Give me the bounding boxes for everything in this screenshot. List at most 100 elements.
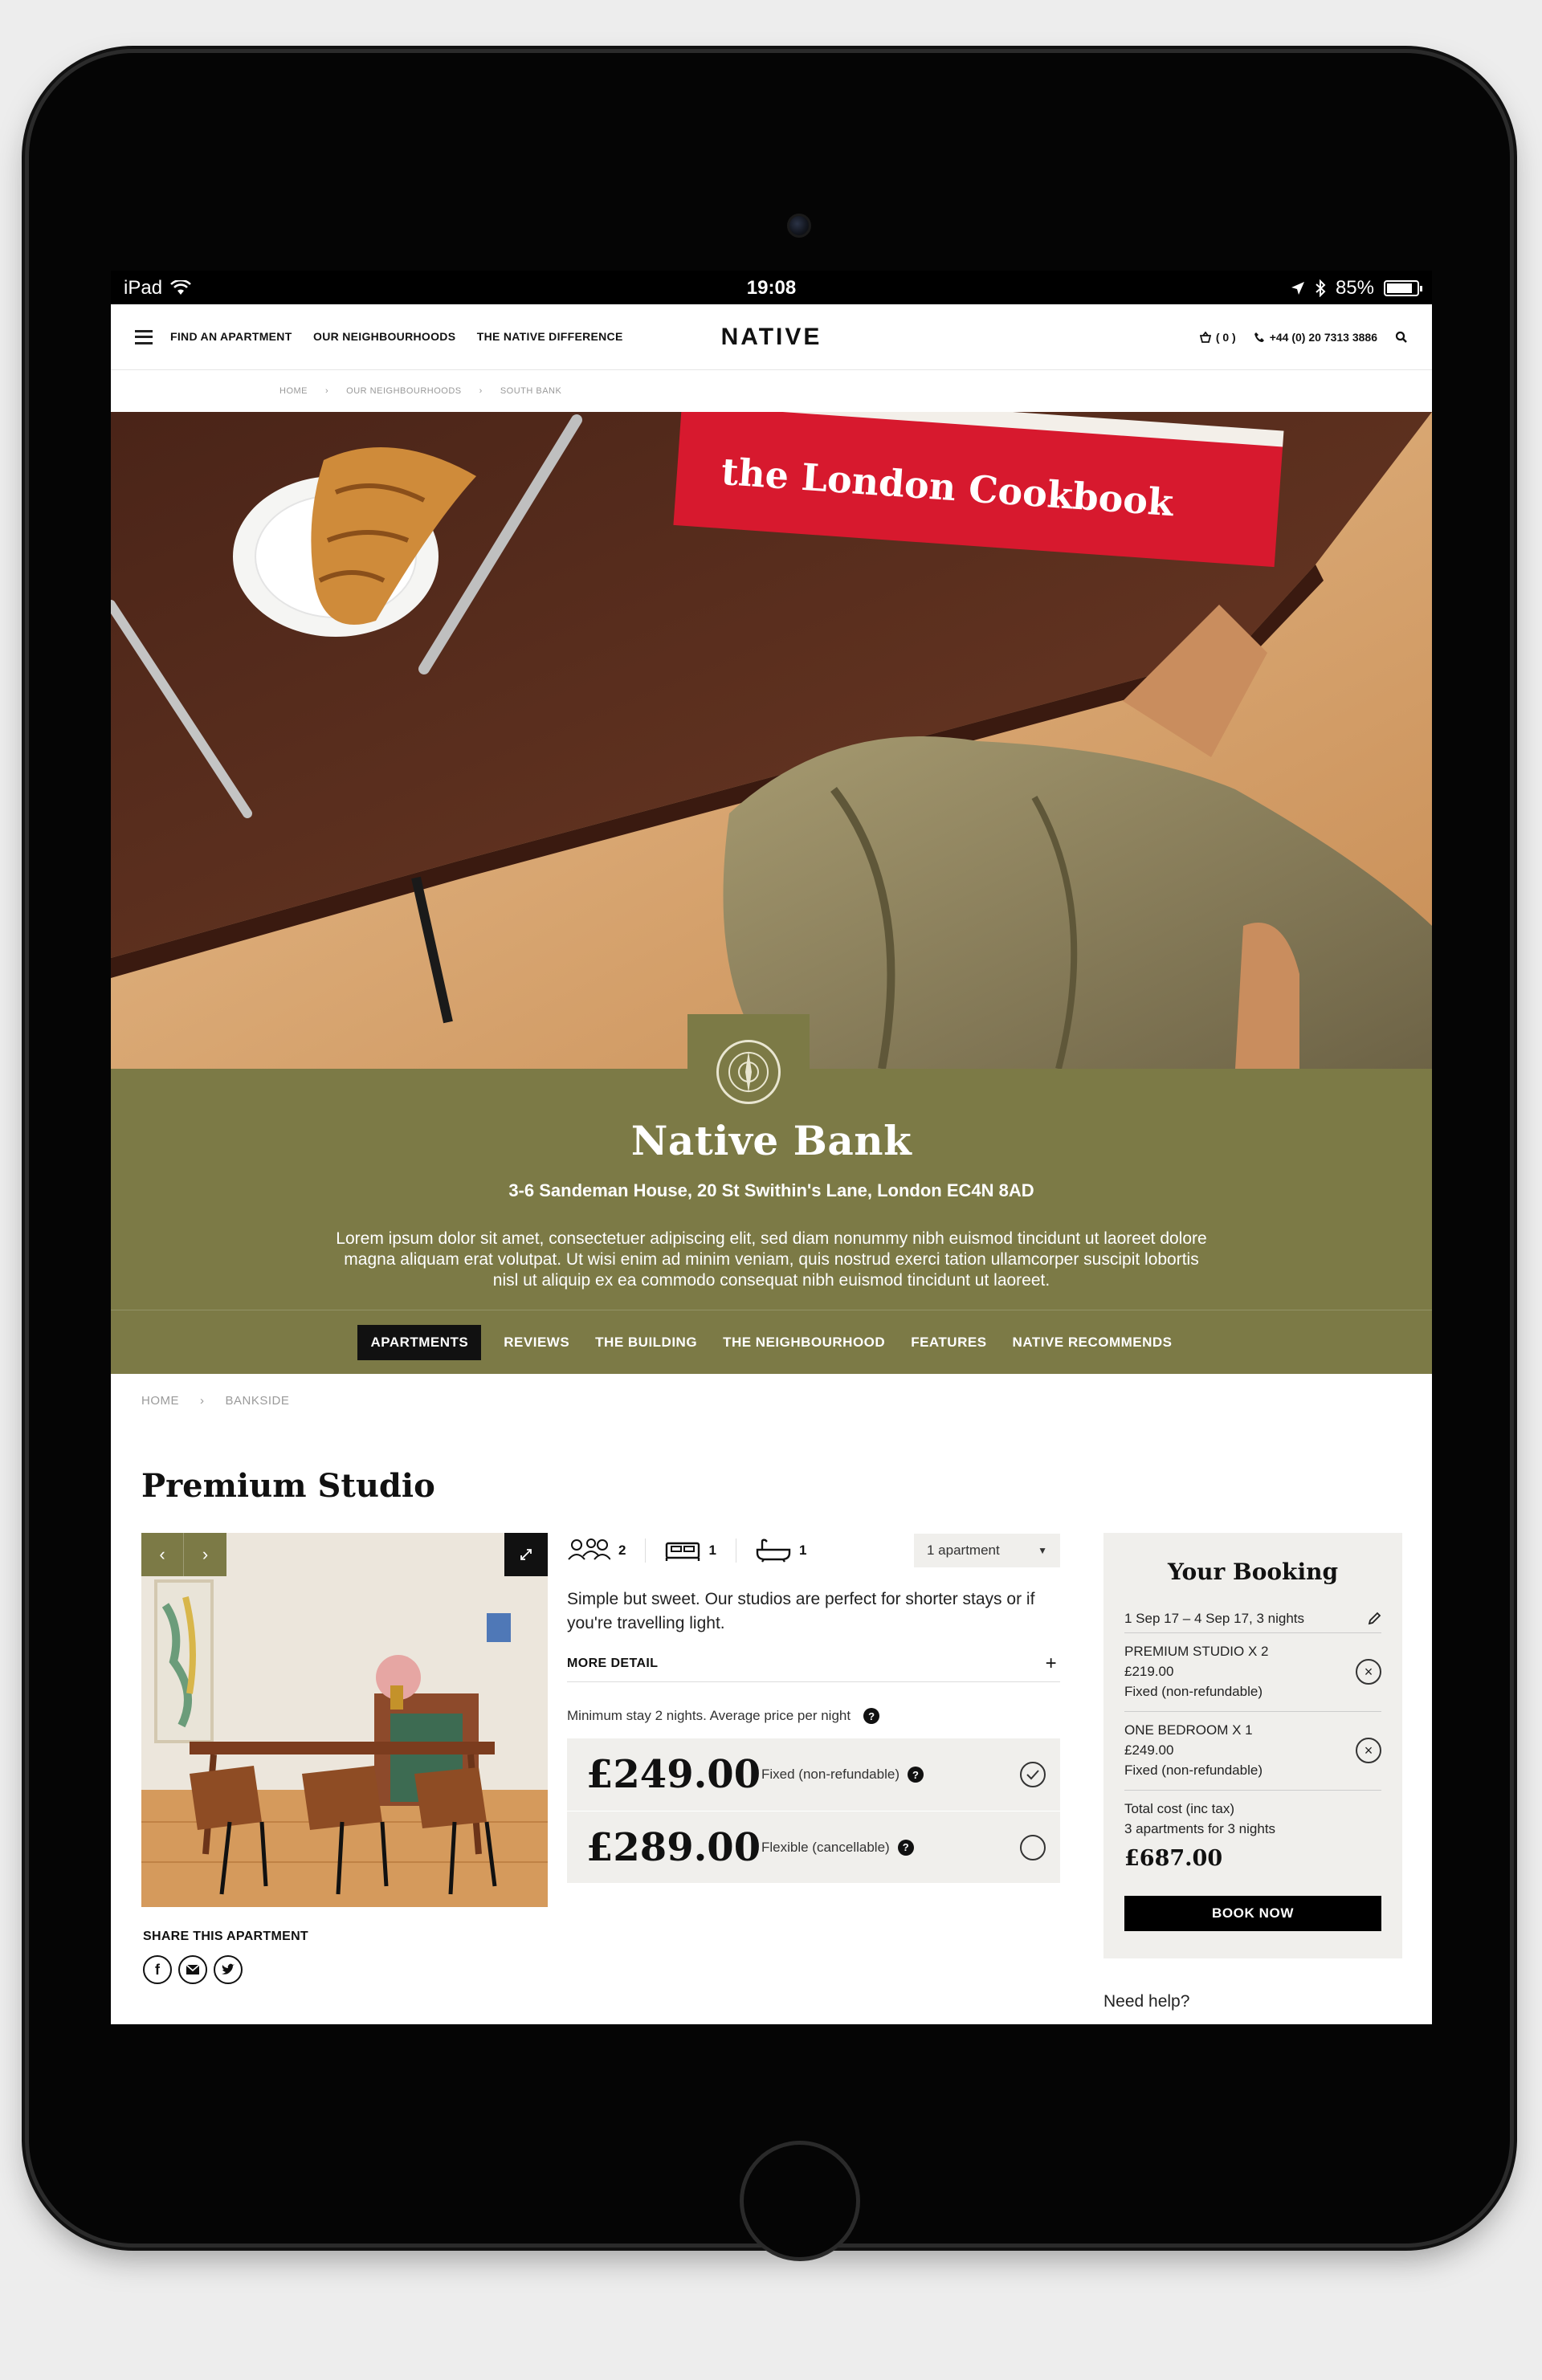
apartment-quantity-select[interactable]: 1 apartment ▼	[914, 1534, 1060, 1567]
email-icon[interactable]	[178, 1955, 207, 1984]
min-stay-note: Minimum stay 2 nights. Average price per…	[567, 1708, 1060, 1724]
tab-features[interactable]: FEATURES	[898, 1325, 999, 1360]
booking-item-title: ONE BEDROOM X 1	[1124, 1722, 1253, 1738]
expand-icon[interactable]	[504, 1533, 548, 1576]
total-amount: £687.00	[1124, 1846, 1223, 1871]
bed-icon	[666, 1542, 700, 1561]
phone-icon	[1254, 332, 1264, 342]
chevron-down-icon: ▼	[1038, 1545, 1047, 1556]
apartment-gallery[interactable]: ‹ ›	[141, 1533, 548, 1907]
radio-unselected-icon[interactable]	[1020, 1834, 1046, 1860]
property-description: Lorem ipsum dolor sit amet, consectetuer…	[336, 1229, 1207, 1290]
booking-item: PREMIUM STUDIO X 2 £219.00 Fixed (non-re…	[1124, 1633, 1381, 1712]
tab-the-neighbourhood[interactable]: THE NEIGHBOURHOOD	[710, 1325, 898, 1360]
battery-icon	[1384, 280, 1422, 296]
selected-check-icon[interactable]	[1020, 1762, 1046, 1787]
search-icon[interactable]	[1395, 331, 1408, 344]
min-stay-text: Minimum stay 2 nights. Average price per…	[567, 1708, 851, 1723]
phone-number: +44 (0) 20 7313 3886	[1269, 330, 1377, 344]
tab-reviews[interactable]: REVIEWS	[491, 1325, 582, 1360]
tab-apartments[interactable]: APARTMENTS	[357, 1324, 482, 1360]
hero-photo: the London Cookbook	[111, 412, 1432, 1069]
help-icon[interactable]: ?	[863, 1708, 880, 1724]
bluetooth-icon	[1316, 279, 1326, 297]
apartment-details: 2 1 1 1 apartment ▼ Simple but sweet. Ou…	[567, 1533, 1060, 1883]
facebook-icon[interactable]: f	[143, 1955, 172, 1984]
gallery-controls: ‹ ›	[141, 1533, 226, 1576]
home-button[interactable]	[740, 2141, 860, 2261]
main-nav: FIND AN APARTMENT OUR NEIGHBOURHOODS THE…	[170, 330, 641, 344]
price-label: Fixed (non-refundable)	[761, 1767, 900, 1782]
total-subtext: 3 apartments for 3 nights	[1124, 1821, 1276, 1836]
need-help-link[interactable]: Need help?	[1103, 1992, 1189, 2011]
baths-count: 1	[798, 1543, 807, 1558]
breadcrumb-home[interactable]: HOME	[141, 1394, 179, 1408]
tab-native-recommends[interactable]: NATIVE RECOMMENDS	[1000, 1325, 1185, 1360]
browser-screen: iPad 19:08 85% FIND AN APARTMENT OUR NEI…	[111, 271, 1432, 2024]
gallery-photo	[141, 1533, 548, 1907]
cart-link[interactable]: ( 0 )	[1199, 331, 1236, 344]
remove-item-icon[interactable]: ×	[1356, 1659, 1381, 1685]
property-name: Native Bank	[630, 1117, 912, 1164]
plus-icon: +	[1045, 1652, 1057, 1674]
booking-item-rate: Fixed (non-refundable)	[1124, 1684, 1263, 1699]
booking-title: Your Booking	[1167, 1559, 1339, 1585]
property-header: Native Bank 3-6 Sandeman House, 20 St Sw…	[111, 1014, 1432, 1374]
breadcrumb-neighbourhoods[interactable]: OUR NEIGHBOURHOODS	[346, 386, 461, 396]
beds-count: 1	[708, 1543, 716, 1558]
breadcrumb-home[interactable]: HOME	[279, 386, 308, 396]
share-block: SHARE THIS APARTMENT f	[143, 1930, 308, 1984]
twitter-icon[interactable]	[214, 1955, 243, 1984]
breadcrumb-bankside[interactable]: BANKSIDE	[226, 1394, 290, 1408]
front-camera	[787, 214, 811, 238]
content-breadcrumb: HOME › BANKSIDE	[141, 1393, 290, 1408]
baths-fact: 1	[735, 1538, 826, 1563]
gallery-prev-icon[interactable]: ‹	[141, 1533, 184, 1576]
guests-fact: 2	[567, 1538, 645, 1563]
booking-item-rate: Fixed (non-refundable)	[1124, 1763, 1263, 1778]
hero-image: the London Cookbook	[111, 412, 1432, 1069]
bath-icon	[756, 1538, 791, 1563]
more-detail-toggle[interactable]: MORE DETAIL +	[567, 1645, 1060, 1682]
booking-item-price: £219.00	[1124, 1664, 1174, 1679]
book-now-button[interactable]: BOOK NOW	[1124, 1896, 1381, 1931]
clock: 19:08	[746, 277, 797, 299]
apartment-title: Premium Studio	[141, 1467, 435, 1505]
price-label: Flexible (cancellable)	[761, 1839, 890, 1855]
price-amount: £249.00	[586, 1752, 761, 1797]
booking-total: Total cost (inc tax) 3 apartments for 3 …	[1124, 1791, 1381, 1869]
booking-dates: 1 Sep 17 – 4 Sep 17, 3 nights	[1124, 1604, 1381, 1633]
price-option-fixed[interactable]: £249.00 Fixed (non-refundable)?	[567, 1738, 1060, 1811]
apartment-quantity-value: 1 apartment	[927, 1543, 1000, 1558]
remove-item-icon[interactable]: ×	[1356, 1738, 1381, 1763]
guests-count: 2	[618, 1543, 626, 1558]
help-icon[interactable]: ?	[907, 1767, 924, 1783]
site-logo[interactable]: NATIVE	[721, 324, 822, 350]
nav-find-apartment[interactable]: FIND AN APARTMENT	[170, 330, 292, 343]
location-icon	[1291, 282, 1304, 295]
more-detail-label: MORE DETAIL	[567, 1656, 659, 1670]
gallery-next-icon[interactable]: ›	[184, 1533, 226, 1576]
property-tabs: APARTMENTS REVIEWS THE BUILDING THE NEIG…	[111, 1310, 1432, 1374]
apartment-section: HOME › BANKSIDE Premium Studio ‹ › SHARE…	[111, 1374, 1432, 2024]
beds-fact: 1	[645, 1538, 735, 1563]
edit-pencil-icon[interactable]	[1367, 1612, 1381, 1626]
compass-emblem-icon	[716, 1040, 781, 1104]
apartment-summary: Simple but sweet. Our studios are perfec…	[567, 1590, 1035, 1632]
tab-the-building[interactable]: THE BUILDING	[582, 1325, 710, 1360]
share-label: SHARE THIS APARTMENT	[143, 1930, 308, 1943]
phone-link[interactable]: +44 (0) 20 7313 3886	[1254, 331, 1377, 344]
nav-native-difference[interactable]: THE NATIVE DIFFERENCE	[477, 330, 623, 343]
site-header: FIND AN APARTMENT OUR NEIGHBOURHOODS THE…	[111, 304, 1432, 370]
guests-icon	[568, 1538, 610, 1560]
price-option-flexible[interactable]: £289.00 Flexible (cancellable)?	[567, 1811, 1060, 1883]
status-bar: iPad 19:08 85%	[111, 271, 1432, 304]
booking-item: ONE BEDROOM X 1 £249.00 Fixed (non-refun…	[1124, 1712, 1381, 1791]
property-address: 3-6 Sandeman House, 20 St Swithin's Lane…	[508, 1180, 1034, 1200]
nav-our-neighbourhoods[interactable]: OUR NEIGHBOURHOODS	[313, 330, 455, 343]
menu-icon[interactable]	[135, 329, 153, 344]
help-icon[interactable]: ?	[897, 1839, 914, 1856]
price-amount: £289.00	[586, 1824, 761, 1870]
breadcrumb-south-bank[interactable]: SOUTH BANK	[500, 386, 562, 396]
booking-panel: Your Booking 1 Sep 17 – 4 Sep 17, 3 nigh…	[1103, 1533, 1402, 1958]
